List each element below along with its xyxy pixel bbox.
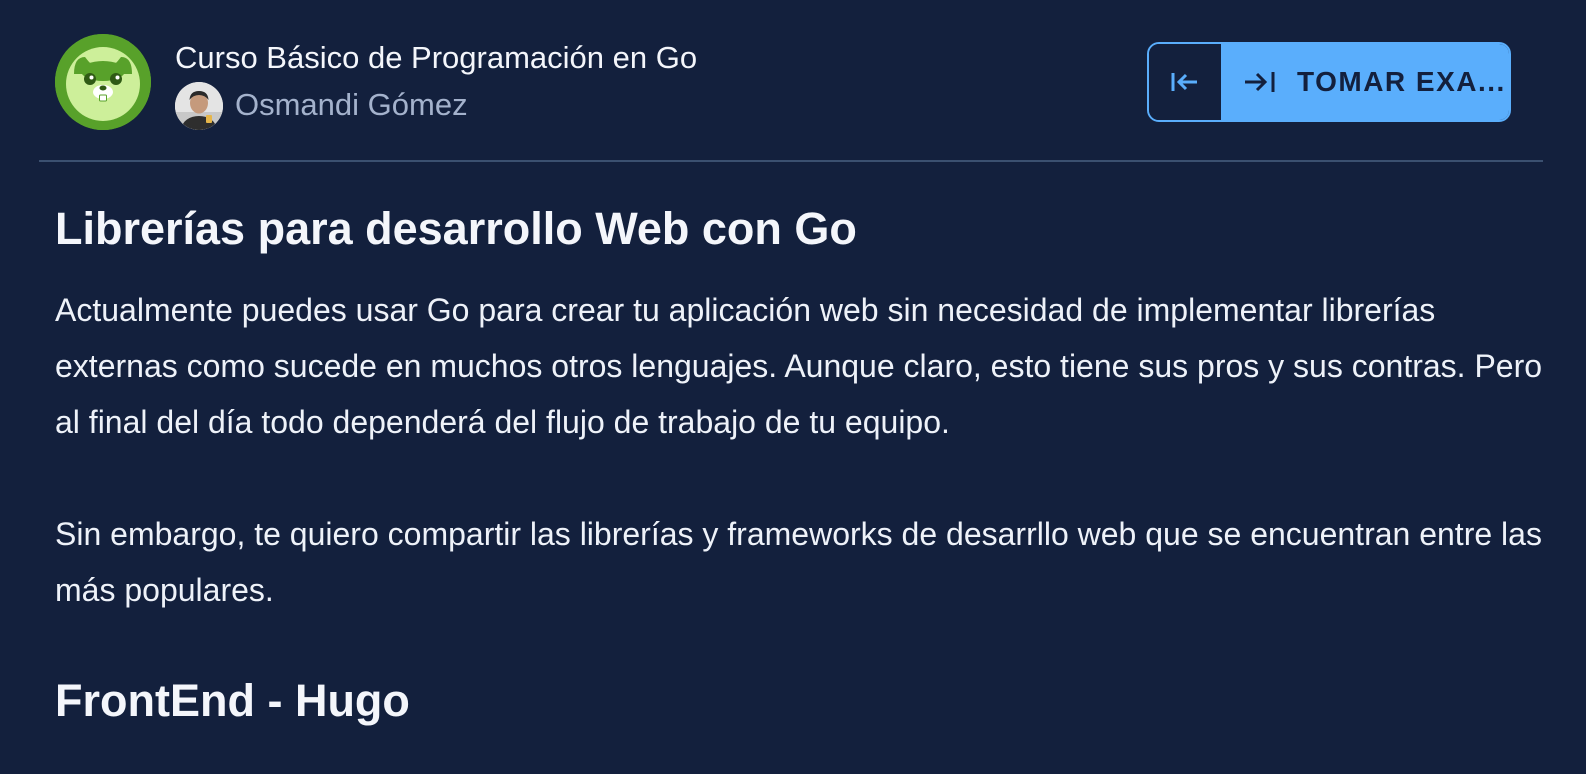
take-exam-label: TOMAR EXA... [1297,66,1506,97]
section-heading: FrontEnd - Hugo [55,675,410,726]
arrow-to-right-icon [1243,68,1277,96]
lesson-title: Librerías para desarrollo Web con Go [55,203,857,254]
gopher-icon[interactable] [55,34,151,130]
lesson-content: Librerías para desarrollo Web con Go Act… [55,196,1545,734]
take-exam-button[interactable]: TOMAR EXA... [1221,44,1509,120]
lesson-header: Curso Básico de Programación en Go Osman… [0,0,1586,162]
lesson-paragraph: Actualmente puedes usar Go para crear tu… [55,292,1543,440]
lesson-navigation: TOMAR EXA... [1147,42,1511,122]
course-title[interactable]: Curso Básico de Programación en Go [175,38,697,78]
previous-lesson-button[interactable] [1149,44,1221,120]
teacher-name[interactable]: Osmandi Gómez [235,85,468,125]
header-divider [39,160,1543,162]
lesson-paragraph: Sin embargo, te quiero compartir las lib… [55,516,1542,608]
teacher-avatar [175,82,223,130]
arrow-to-left-icon [1171,73,1197,91]
